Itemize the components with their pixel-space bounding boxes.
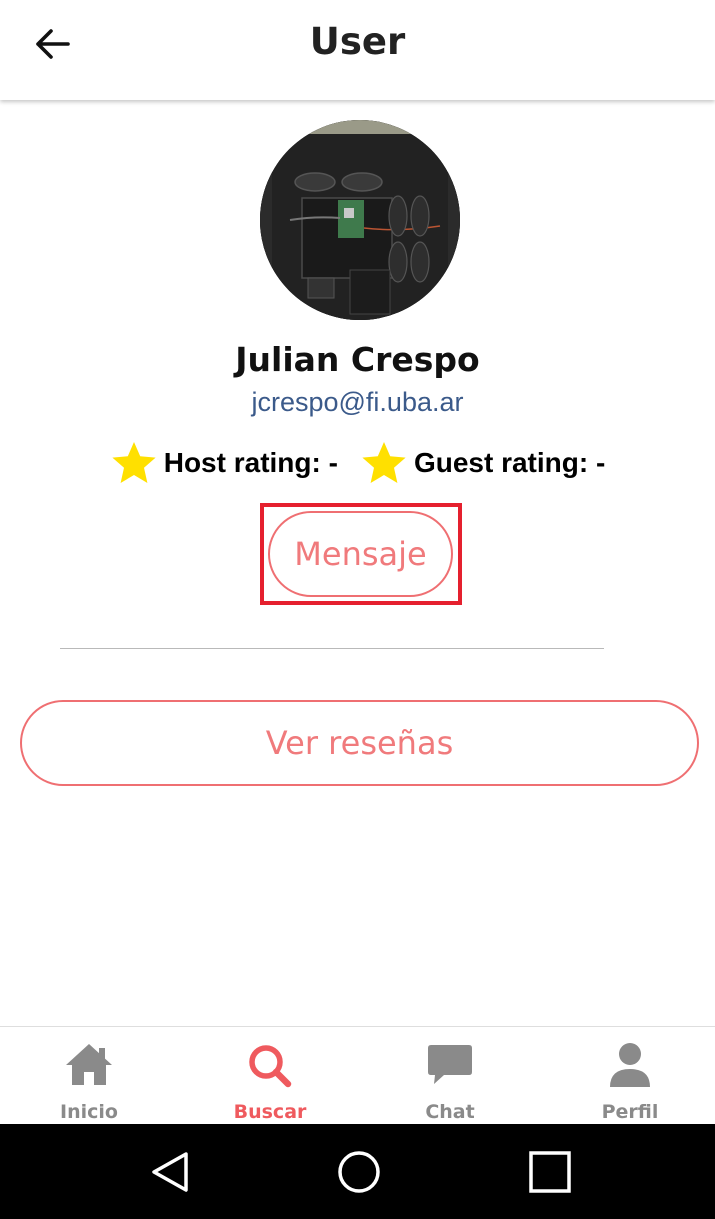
person-icon (610, 1043, 650, 1087)
nav-label-inicio: Inicio (60, 1101, 118, 1123)
star-icon (362, 442, 406, 483)
ratings-row: Host rating: - Guest rating: - (0, 440, 715, 486)
nav-item-inicio[interactable]: Inicio (0, 1027, 178, 1125)
nav-item-buscar[interactable]: Buscar (181, 1027, 359, 1125)
divider (60, 648, 604, 649)
chat-icon (428, 1045, 472, 1084)
message-button[interactable]: Mensaje (268, 511, 453, 597)
star-icon (112, 442, 156, 483)
bottom-nav: Inicio Buscar Chat Perfil (0, 1026, 715, 1124)
user-email: jcrespo@fi.uba.ar (251, 387, 464, 417)
host-rating: Host rating: - (110, 439, 338, 487)
guest-rating-label: Guest rating: - (413, 447, 606, 478)
nav-label-chat: Chat (425, 1101, 475, 1123)
nav-item-chat[interactable]: Chat (361, 1027, 539, 1125)
nav-item-perfil[interactable]: Perfil (541, 1027, 715, 1125)
nav-label-buscar: Buscar (233, 1101, 307, 1123)
user-name: Julian Crespo (235, 340, 480, 379)
home-icon (66, 1044, 112, 1085)
nav-label-perfil: Perfil (601, 1101, 659, 1123)
home-circle-icon[interactable] (335, 1148, 383, 1196)
host-rating-label: Host rating: - (163, 447, 338, 478)
guest-rating: Guest rating: - (360, 439, 605, 487)
system-nav-bar (0, 1124, 715, 1219)
back-triangle-icon[interactable] (146, 1148, 194, 1196)
recents-square-icon[interactable] (526, 1148, 574, 1196)
avatar (260, 120, 460, 320)
avatar-photo (260, 120, 460, 320)
app-bar: User (0, 0, 715, 100)
page-title: User (309, 20, 406, 63)
view-reviews-button[interactable]: Ver reseñas (20, 700, 699, 786)
search-icon (249, 1045, 292, 1088)
